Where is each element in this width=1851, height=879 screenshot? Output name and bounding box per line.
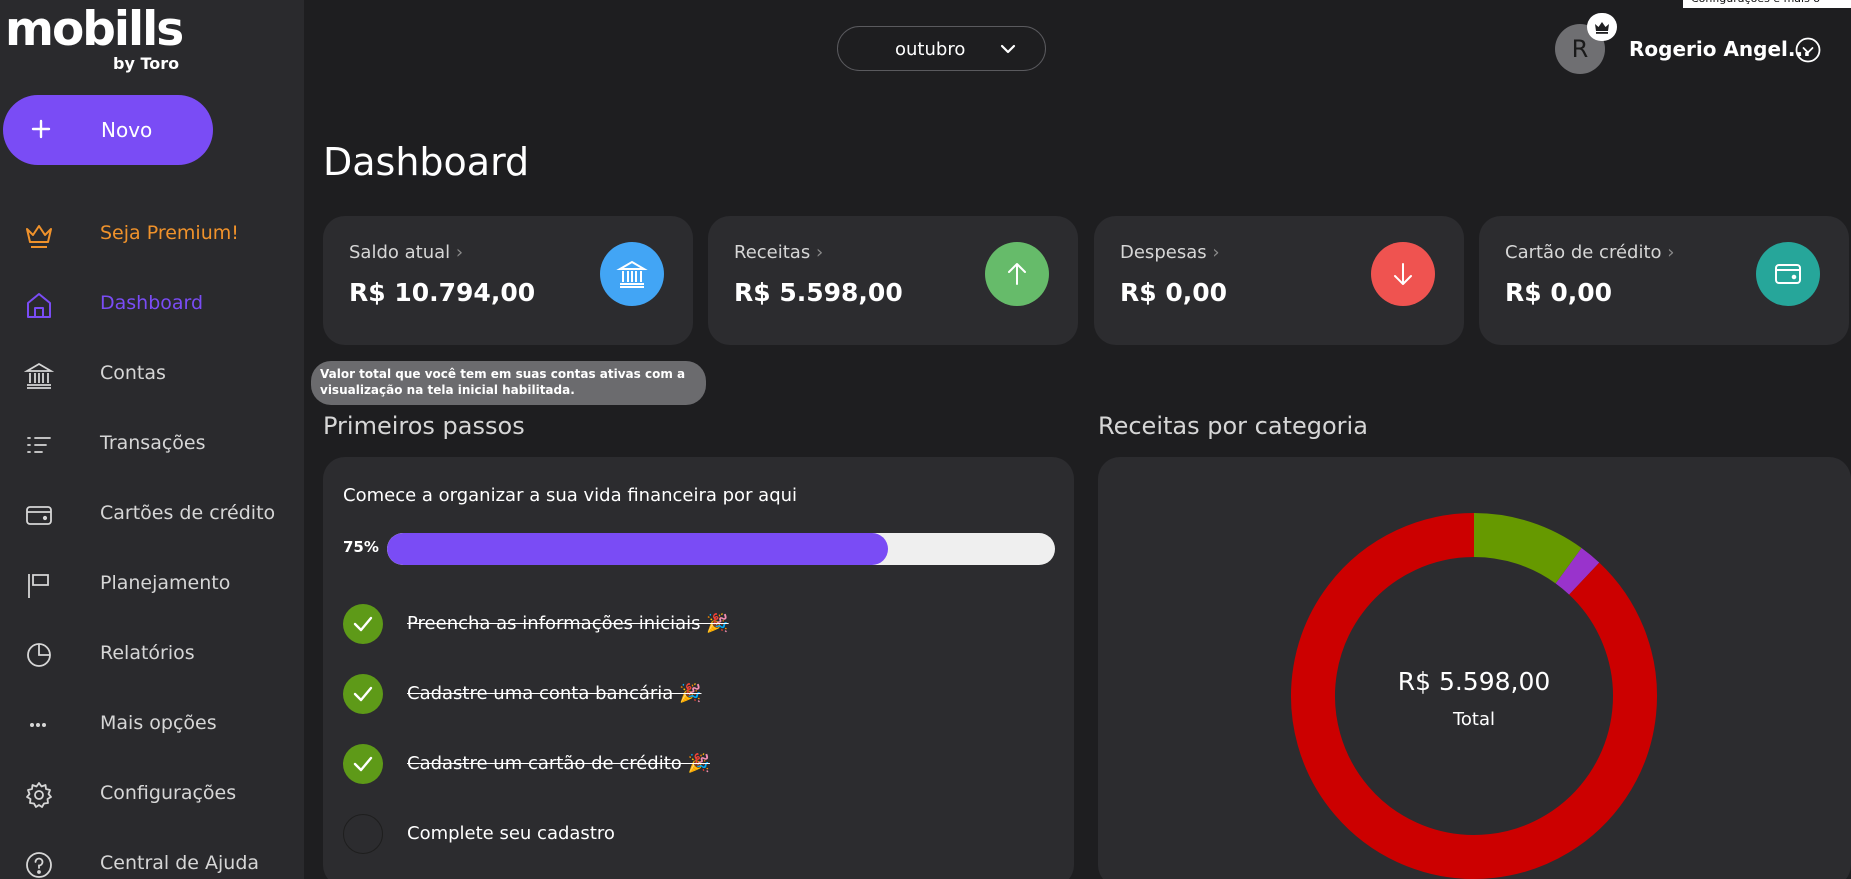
bank-icon [600, 242, 664, 306]
credit-card-icon [24, 500, 54, 530]
sidebar-item-label: Dashboard [100, 292, 204, 314]
card-saldo-atual[interactable]: Saldo atual › R$ 10.794,00 [323, 216, 693, 345]
sidebar-item-premium[interactable]: Seja Premium! [0, 204, 304, 264]
user-name[interactable]: Rogerio Angel... [1629, 37, 1811, 61]
primeiros-passos-title: Primeiros passos [323, 412, 525, 440]
card-value: R$ 10.794,00 [349, 278, 536, 307]
step-item[interactable]: Cadastre uma conta bancária 🎉 [343, 674, 993, 718]
credit-card-icon [1756, 242, 1820, 306]
sidebar-item-cartoes[interactable]: Cartões de crédito [0, 484, 304, 544]
sidebar-item-label: Transações [100, 432, 206, 454]
sidebar-item-contas[interactable]: Contas [0, 344, 304, 404]
progress-bar [387, 533, 1055, 565]
pie-chart-icon [24, 640, 54, 670]
card-title: Despesas › [1120, 242, 1220, 263]
sidebar-item-label: Planejamento [100, 572, 231, 594]
premium-crown-badge-icon [1587, 13, 1617, 41]
card-despesas[interactable]: Despesas › R$ 0,00 [1094, 216, 1464, 345]
card-title: Saldo atual › [349, 242, 464, 263]
new-button[interactable]: Novo [3, 95, 213, 165]
step-item[interactable]: Cadastre um cartão de crédito 🎉 [343, 744, 993, 788]
sidebar-item-label: Cartões de crédito [100, 502, 276, 524]
sidebar-item-mais-opcoes[interactable]: Mais opções [0, 694, 304, 754]
receitas-categoria-title: Receitas por categoria [1098, 412, 1368, 440]
logo-subtext: by Toro [113, 54, 180, 73]
logo-text: mobills [5, 2, 184, 57]
sidebar: mobills by Toro Novo Seja Premium! Dashb… [0, 0, 304, 879]
check-icon [343, 674, 383, 714]
donut-slice[interactable] [1555, 547, 1600, 595]
chevron-down-icon [998, 39, 1018, 59]
sidebar-item-label: Central de Ajuda [100, 852, 260, 874]
sidebar-item-relatorios[interactable]: Relatórios [0, 624, 304, 684]
sidebar-item-label: Relatórios [100, 642, 195, 664]
plus-icon [27, 113, 55, 145]
sidebar-item-central-ajuda[interactable]: Central de Ajuda [0, 834, 304, 879]
page-title: Dashboard [323, 140, 530, 184]
check-icon [343, 604, 383, 644]
sidebar-item-transacoes[interactable]: Transações [0, 414, 304, 474]
settings-tooltip: Configurações e mais o [1683, 0, 1851, 8]
flag-icon [24, 570, 54, 600]
step-label: Cadastre um cartão de crédito 🎉 [407, 753, 710, 774]
empty-circle-icon [343, 814, 383, 854]
sidebar-item-label: Configurações [100, 782, 237, 804]
check-icon [343, 744, 383, 784]
progress-bar-fill [387, 533, 888, 565]
mobills-logo[interactable]: mobills by Toro [5, 2, 184, 74]
sidebar-item-label: Mais opções [100, 712, 217, 734]
card-title: Cartão de crédito › [1505, 242, 1675, 263]
arrow-up-icon [985, 242, 1049, 306]
donut-slice[interactable] [1473, 513, 1582, 584]
donut-total-value: R$ 5.598,00 [1397, 667, 1551, 696]
arrow-down-icon [1371, 242, 1435, 306]
more-icon [24, 710, 54, 740]
sidebar-item-dashboard[interactable]: Dashboard [0, 274, 304, 334]
card-cartao-credito[interactable]: Cartão de crédito › R$ 0,00 [1479, 216, 1849, 345]
month-selector[interactable]: outubro [837, 26, 1046, 71]
gear-icon [24, 780, 54, 810]
crown-icon [24, 220, 54, 250]
card-value: R$ 0,00 [1505, 278, 1613, 307]
donut-slice[interactable] [1291, 513, 1657, 879]
month-value: outubro [895, 39, 966, 60]
saldo-tooltip: Valor total que você tem em suas contas … [311, 361, 706, 405]
home-icon [24, 290, 54, 320]
step-item[interactable]: Complete seu cadastro [343, 814, 993, 858]
sidebar-item-planejamento[interactable]: Planejamento [0, 554, 304, 614]
step-label: Cadastre uma conta bancária 🎉 [407, 683, 702, 704]
progress-percent: 75% [343, 538, 379, 556]
step-label: Complete seu cadastro [407, 823, 615, 844]
donut-total-label: Total [1452, 709, 1496, 730]
card-value: R$ 0,00 [1120, 278, 1228, 307]
card-title: Receitas › [734, 242, 824, 263]
primeiros-passos-panel: Comece a organizar a sua vida financeira… [323, 457, 1074, 879]
list-icon [24, 430, 54, 460]
sidebar-item-label: Seja Premium! [100, 222, 239, 244]
sidebar-item-label: Contas [100, 362, 166, 384]
card-receitas[interactable]: Receitas › R$ 5.598,00 [708, 216, 1078, 345]
step-label: Preencha as informações iniciais 🎉 [407, 613, 729, 634]
help-icon [24, 850, 54, 879]
receitas-categoria-panel: R$ 5.598,00 Total [1098, 457, 1851, 879]
step-item[interactable]: Preencha as informações iniciais 🎉 [343, 604, 993, 648]
sidebar-item-configuracoes[interactable]: Configurações [0, 764, 304, 824]
bank-icon [23, 360, 55, 390]
chevron-down-circle-icon[interactable] [1795, 37, 1821, 63]
new-button-label: Novo [101, 118, 153, 142]
primeiros-passos-subtitle: Comece a organizar a sua vida financeira… [343, 485, 798, 506]
card-value: R$ 5.598,00 [734, 278, 903, 307]
